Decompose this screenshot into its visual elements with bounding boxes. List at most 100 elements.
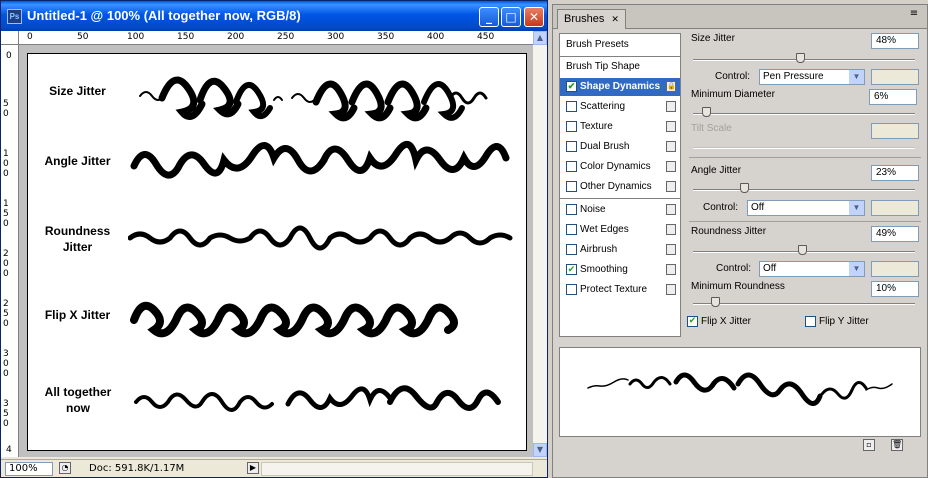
size-jitter-value[interactable]: 48% (871, 33, 919, 49)
size-jitter-label: Size Jitter (691, 33, 735, 44)
checkbox-checked-icon[interactable]: ✔ (566, 264, 577, 275)
scroll-up-arrow-icon[interactable]: ▲ (533, 31, 547, 45)
ruler-v-tick: 150 (3, 199, 9, 229)
chevron-down-icon[interactable]: ▼ (849, 201, 864, 215)
min-roundness-slider[interactable] (693, 303, 915, 305)
vertical-ruler[interactable]: 0 50 100 150 200 250 300 350 4 (1, 45, 19, 457)
panel-footer: ▫ 🗑 (553, 437, 927, 453)
checkbox-checked-icon[interactable]: ✔ (566, 81, 577, 92)
lock-icon[interactable] (666, 284, 676, 295)
min-roundness-slider-thumb[interactable] (711, 297, 721, 307)
lock-icon[interactable] (666, 224, 676, 235)
ruler-corner[interactable] (1, 31, 19, 45)
tilt-scale-field (871, 123, 919, 139)
lock-icon[interactable] (666, 181, 676, 192)
new-brush-icon[interactable]: ▫ (863, 439, 875, 451)
horizontal-ruler[interactable]: 0 50 100 150 200 250 300 350 400 450 (19, 31, 533, 45)
status-arrow-icon[interactable]: ▶ (247, 462, 259, 474)
minimize-button[interactable]: _ (479, 7, 499, 27)
document-canvas[interactable]: Size Jitter Angle Jitter Roundness Jitte… (27, 53, 527, 451)
lock-icon[interactable] (666, 101, 676, 112)
size-jitter-slider-thumb[interactable] (795, 53, 805, 63)
setting-label: Smoothing (580, 264, 628, 275)
row-label-roundness-jitter: Roundness Jitter (44, 224, 111, 254)
min-diameter-slider-thumb[interactable] (702, 107, 712, 117)
setting-dual-brush[interactable]: Dual Brush (560, 138, 680, 156)
ruler-h-tick: 400 (427, 32, 445, 42)
checkbox-icon[interactable] (566, 161, 577, 172)
angle-jitter-slider[interactable] (693, 189, 915, 191)
ruler-v-tick: 50 (3, 99, 9, 119)
tab-brushes[interactable]: Brushes ✕ (557, 9, 626, 29)
roundness-fade-field (871, 261, 919, 277)
checkbox-icon[interactable] (566, 181, 577, 192)
setting-shape-dynamics[interactable]: ✔ Shape Dynamics 🔒 (560, 78, 680, 96)
status-bar: 100% ◔ Doc: 591.8K/1.17M ▶ (1, 459, 547, 477)
lock-icon[interactable]: 🔒 (666, 81, 676, 92)
checkbox-icon[interactable] (566, 121, 577, 132)
control-angle-select[interactable]: Off ▼ (747, 200, 865, 216)
window-title: Untitled-1 @ 100% (All together now, RGB… (27, 8, 301, 23)
angle-jitter-value[interactable]: 23% (871, 165, 919, 181)
row-label-flip-x-jitter: Flip X Jitter (44, 308, 111, 322)
lock-icon[interactable] (666, 264, 676, 275)
lock-icon[interactable] (666, 121, 676, 132)
flip-y-checkbox[interactable] (805, 316, 816, 327)
ruler-h-tick: 100 (127, 32, 145, 42)
preview-stroke (587, 372, 893, 406)
min-roundness-value[interactable]: 10% (871, 281, 919, 297)
close-button[interactable]: ✕ (524, 7, 544, 27)
setting-wet-edges[interactable]: Wet Edges (560, 221, 680, 239)
lock-icon[interactable] (666, 204, 676, 215)
min-diameter-label: Minimum Diameter (691, 89, 775, 100)
roundness-jitter-value[interactable]: 49% (871, 226, 919, 242)
lock-icon[interactable] (666, 141, 676, 152)
control-roundness-select[interactable]: Off ▼ (759, 261, 865, 277)
tab-close-icon[interactable]: ✕ (611, 14, 619, 24)
angle-fade-field (871, 200, 919, 216)
flip-x-label: Flip X Jitter (701, 316, 752, 327)
flip-x-checkbox[interactable]: ✔ (687, 316, 698, 327)
setting-noise[interactable]: Noise (560, 201, 680, 219)
setting-other-dynamics[interactable]: Other Dynamics (560, 178, 680, 196)
canvas-area[interactable]: Size Jitter Angle Jitter Roundness Jitte… (19, 45, 533, 457)
control-size-value: Pen Pressure (763, 71, 824, 82)
brush-presets-item[interactable]: Brush Presets (560, 36, 680, 54)
vertical-scrollbar[interactable]: ▲ ▼ (533, 31, 547, 457)
maximize-button[interactable]: □ (501, 7, 521, 27)
checkbox-icon[interactable] (566, 101, 577, 112)
setting-texture[interactable]: Texture (560, 118, 680, 136)
lock-icon[interactable] (666, 161, 676, 172)
brush-settings-list: Brush Presets Brush Tip Shape ✔ Shape Dy… (559, 33, 681, 337)
scroll-down-arrow-icon[interactable]: ▼ (533, 443, 547, 457)
title-bar[interactable]: Ps Untitled-1 @ 100% (All together now, … (1, 1, 547, 31)
setting-scattering[interactable]: Scattering (560, 98, 680, 116)
setting-label: Airbrush (580, 244, 618, 255)
checkbox-icon[interactable] (566, 204, 577, 215)
checkbox-icon[interactable] (566, 224, 577, 235)
brush-tip-shape-item[interactable]: Brush Tip Shape (560, 58, 680, 76)
setting-label: Scattering (580, 101, 626, 112)
zoom-field[interactable]: 100% (5, 462, 53, 476)
chevron-down-icon[interactable]: ▼ (849, 70, 864, 84)
control-size-select[interactable]: Pen Pressure ▼ (759, 69, 865, 85)
setting-airbrush[interactable]: Airbrush (560, 241, 680, 259)
checkbox-icon[interactable] (566, 284, 577, 295)
min-diameter-value[interactable]: 6% (869, 89, 917, 105)
panel-menu-icon[interactable]: ≡ (907, 8, 921, 22)
setting-label: Dual Brush (580, 141, 630, 152)
checkbox-icon[interactable] (566, 244, 577, 255)
setting-protect-texture[interactable]: Protect Texture (560, 281, 680, 299)
angle-jitter-slider-thumb[interactable] (740, 183, 750, 193)
chevron-down-icon[interactable]: ▼ (849, 262, 864, 276)
checkbox-icon[interactable] (566, 141, 577, 152)
status-menu-icon[interactable]: ◔ (59, 462, 71, 474)
setting-label: Other Dynamics (580, 181, 652, 192)
setting-color-dynamics[interactable]: Color Dynamics (560, 158, 680, 176)
min-diameter-slider[interactable] (693, 113, 915, 115)
roundness-jitter-slider-thumb[interactable] (797, 245, 807, 255)
setting-smoothing[interactable]: ✔ Smoothing (560, 261, 680, 279)
trash-icon[interactable]: 🗑 (891, 439, 903, 451)
lock-icon[interactable] (666, 244, 676, 255)
horizontal-scrollbar[interactable] (261, 462, 533, 476)
